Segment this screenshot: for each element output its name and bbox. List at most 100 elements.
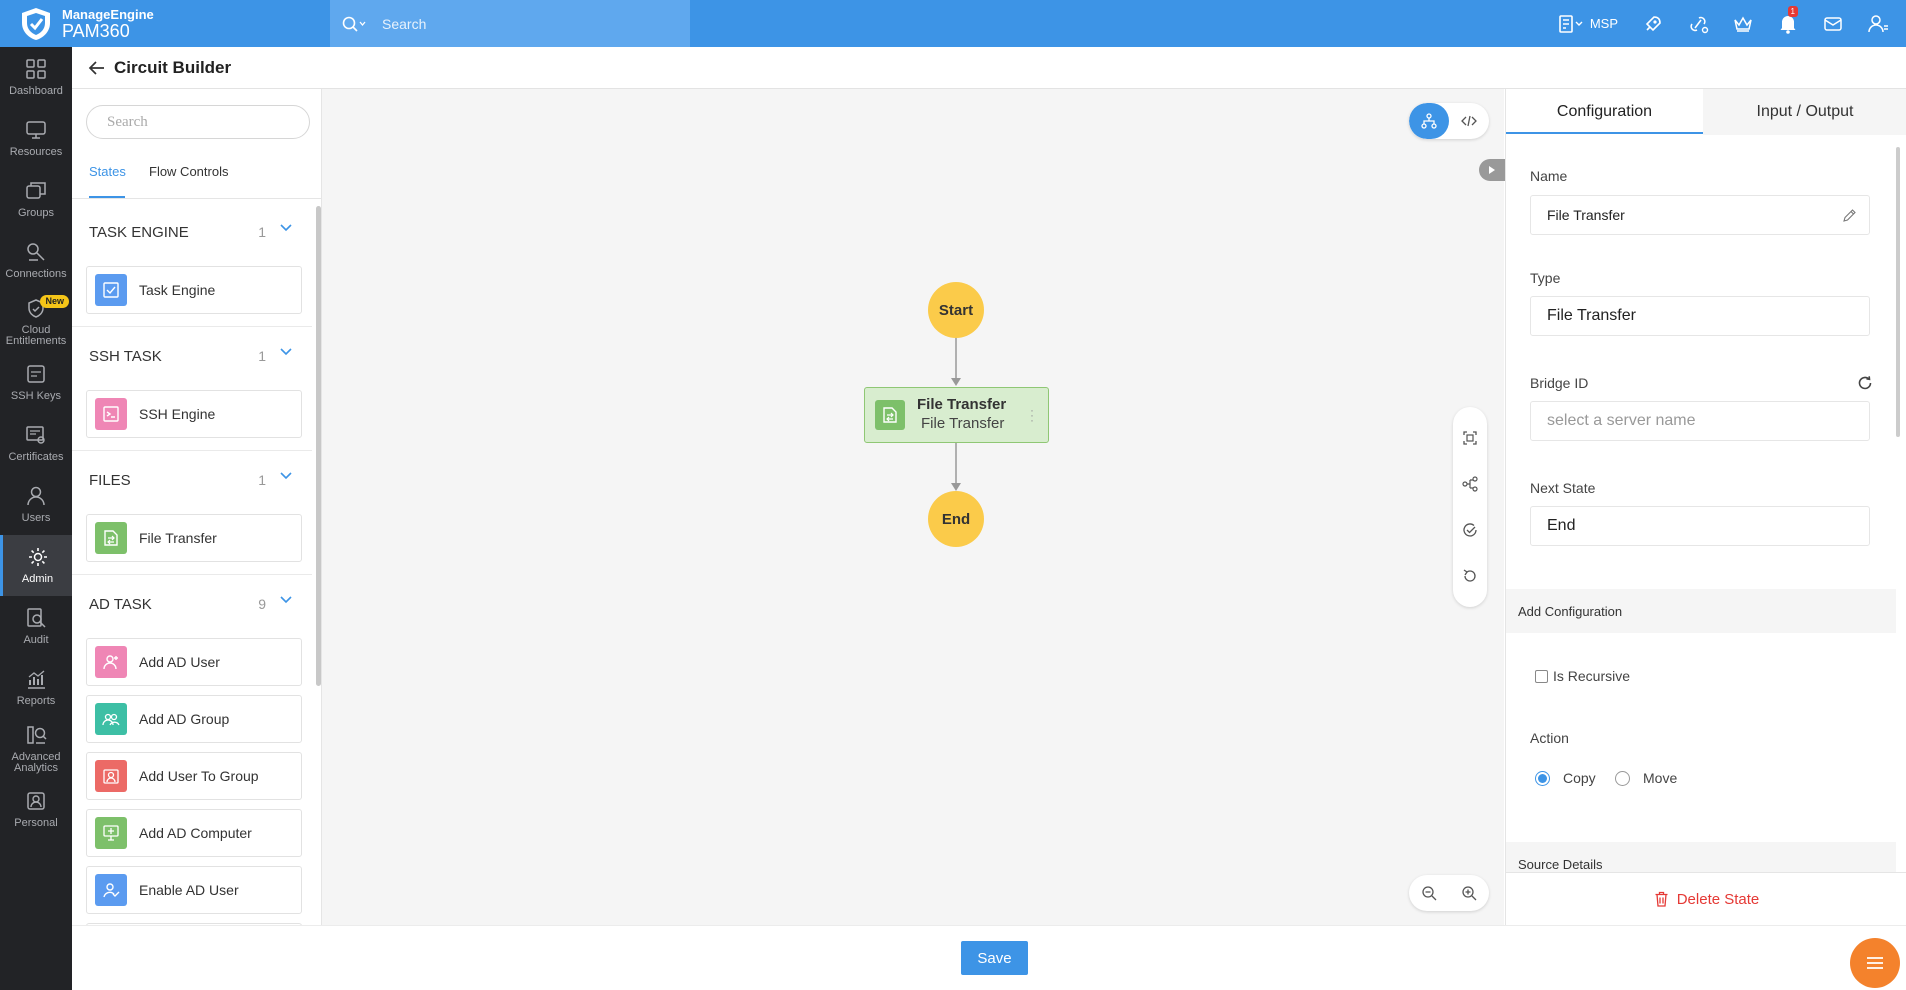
notifications-button[interactable]: 1 [1765, 0, 1810, 47]
node-menu-icon[interactable]: · · · [1030, 404, 1034, 426]
is-recursive-label: Is Recursive [1553, 668, 1631, 684]
nav-item-cloud-entitlements[interactable]: New Cloud Entitlements [0, 291, 72, 352]
palette-item-file-transfer[interactable]: File Transfer [86, 514, 302, 562]
action-copy-radio[interactable]: Copy [1535, 770, 1596, 786]
global-search[interactable]: Search [330, 0, 690, 47]
group-divider [72, 326, 312, 327]
search-icon [342, 16, 366, 32]
flow-canvas[interactable]: Start File Transfer File Transfer · · · En… [322, 89, 1505, 925]
chevron-down-icon [280, 596, 292, 604]
integrations-button[interactable] [1675, 0, 1720, 47]
bridge-id-select[interactable]: select a server name [1530, 401, 1870, 441]
add-user-icon [95, 646, 127, 678]
palette-item-task-engine[interactable]: Task Engine [86, 266, 302, 314]
nav-item-personal[interactable]: Personal [0, 779, 72, 840]
palette-item-enable-ad-user[interactable]: Enable AD User [86, 866, 302, 914]
nav-item-reports[interactable]: Reports [0, 657, 72, 718]
start-node[interactable]: Start [928, 282, 984, 338]
connector-arrowhead [951, 378, 961, 386]
next-state-select[interactable]: End [1530, 506, 1870, 546]
group-title: AD TASK [89, 595, 152, 613]
nav-label: Users [21, 512, 51, 524]
vendor-name: ManageEngine [62, 6, 154, 22]
file-transfer-node[interactable]: File Transfer File Transfer · · · [864, 387, 1049, 443]
palette-search-input[interactable]: Search [86, 105, 310, 139]
nav-item-advanced-analytics[interactable]: Advanced Analytics [0, 718, 72, 779]
config-scrollbar[interactable] [1896, 147, 1900, 437]
user-icon [27, 486, 45, 506]
palette-item-add-ad-user[interactable]: Add AD User [86, 638, 302, 686]
tab-configuration[interactable]: Configuration [1506, 89, 1703, 135]
messages-button[interactable] [1810, 0, 1855, 47]
task-engine-icon [95, 274, 127, 306]
action-copy-label: Copy [1563, 770, 1596, 786]
state-palette: Search States Flow Controls TASK ENGINE … [72, 89, 322, 925]
name-field[interactable]: File Transfer [1530, 195, 1870, 235]
nav-item-certificates[interactable]: Certificates [0, 413, 72, 474]
palette-item-add-ad-computer[interactable]: Add AD Computer [86, 809, 302, 857]
palette-item-ssh-engine[interactable]: SSH Engine [86, 390, 302, 438]
group-header-task-engine[interactable]: TASK ENGINE 1 [72, 210, 321, 254]
monitor-icon [26, 121, 46, 139]
end-node[interactable]: End [928, 491, 984, 547]
is-recursive-checkbox[interactable]: Is Recursive [1535, 668, 1630, 684]
zoom-in-icon[interactable] [1461, 885, 1477, 901]
link-icon [1689, 16, 1708, 33]
rocket-icon [1645, 15, 1661, 31]
refresh-icon[interactable] [1857, 375, 1873, 391]
user-menu-button[interactable] [1855, 0, 1900, 47]
shield-logo-icon [22, 7, 50, 40]
nav-item-connections[interactable]: Connections [0, 230, 72, 291]
menu-fab-button[interactable] [1850, 938, 1900, 988]
nav-item-users[interactable]: Users [0, 474, 72, 535]
add-configuration-section[interactable]: Add Configuration [1506, 589, 1896, 633]
nav-item-groups[interactable]: Groups [0, 169, 72, 230]
nav-item-ssh-keys[interactable]: SSH Keys [0, 352, 72, 413]
tab-input-output[interactable]: Input / Output [1703, 89, 1906, 135]
nav-label: Advanced Analytics [11, 750, 61, 774]
tab-states[interactable]: States [89, 159, 126, 179]
auto-layout-icon[interactable] [1462, 476, 1478, 492]
nav-label: Cloud Entitlements [5, 323, 67, 347]
zoom-out-icon[interactable] [1421, 885, 1437, 901]
nav-item-admin[interactable]: Admin [0, 535, 72, 596]
palette-item-label: Add AD User [139, 654, 220, 670]
save-button[interactable]: Save [961, 941, 1028, 975]
tab-flow-controls[interactable]: Flow Controls [149, 159, 228, 179]
chevron-down-icon [280, 224, 292, 232]
pencil-icon[interactable] [1842, 208, 1857, 223]
action-move-radio[interactable]: Move [1615, 770, 1677, 786]
page-header: Circuit Builder [72, 47, 1906, 89]
fit-screen-icon[interactable] [1462, 430, 1478, 446]
flow-connectors [951, 337, 961, 491]
enable-user-icon [95, 874, 127, 906]
group-header-ssh-task[interactable]: SSH TASK 1 [72, 334, 321, 378]
user-icon [1867, 14, 1888, 32]
palette-scrollbar[interactable] [316, 206, 321, 686]
group-header-ad-task[interactable]: AD TASK 9 [72, 582, 321, 626]
palette-item-add-user-to-group[interactable]: Add User To Group [86, 752, 302, 800]
certificate-icon [26, 426, 45, 444]
product-name: PAM360 [62, 20, 130, 41]
app-logo[interactable]: ManageEngine PAM360 [0, 0, 330, 47]
nav-item-audit[interactable]: Audit [0, 596, 72, 657]
validate-icon[interactable] [1462, 522, 1478, 538]
group-title: FILES [89, 471, 131, 489]
undo-icon[interactable] [1462, 568, 1478, 584]
delete-state-button[interactable]: Delete State [1506, 872, 1906, 925]
canvas-tools [1453, 407, 1487, 607]
nav-item-resources[interactable]: Resources [0, 108, 72, 169]
notification-count-badge: 1 [1787, 6, 1798, 17]
quick-launch-button[interactable] [1630, 0, 1675, 47]
group-count: 1 [258, 348, 266, 364]
nav-item-dashboard[interactable]: Dashboard [0, 47, 72, 108]
nav-label: Groups [17, 207, 55, 219]
group-header-files[interactable]: FILES 1 [72, 458, 321, 502]
msp-switcher[interactable]: MSP [1558, 14, 1618, 34]
palette-item-label: Add AD Group [139, 711, 230, 727]
back-arrow-icon[interactable] [88, 60, 106, 76]
premium-button[interactable] [1720, 0, 1765, 47]
ssh-engine-icon [95, 398, 127, 430]
node-title: File Transfer [917, 396, 1007, 413]
palette-item-add-ad-group[interactable]: Add AD Group [86, 695, 302, 743]
